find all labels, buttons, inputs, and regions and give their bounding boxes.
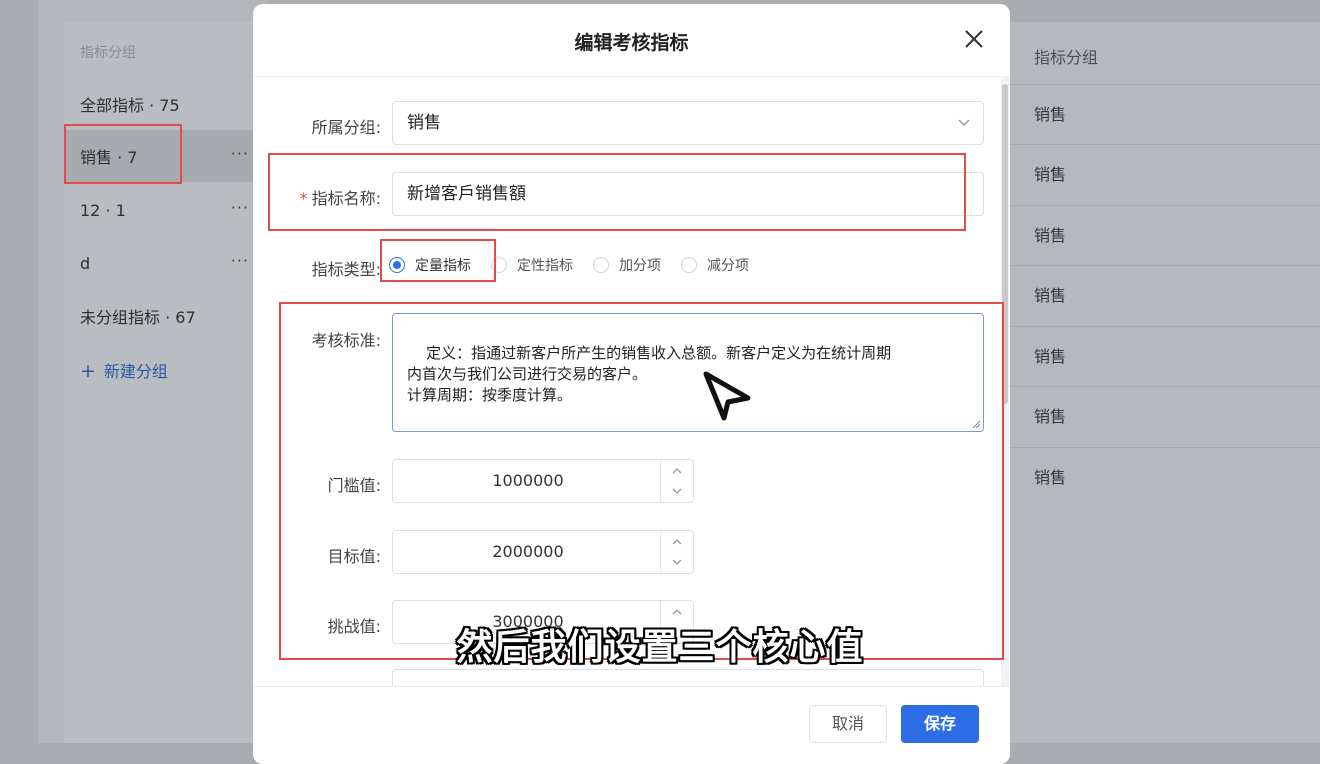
more-icon[interactable]: ··· bbox=[231, 198, 249, 217]
sidebar-item-label: d bbox=[80, 253, 91, 273]
radio-deduction[interactable]: 减分项 bbox=[681, 255, 749, 275]
dialog-title: 编辑考核指标 bbox=[574, 32, 689, 54]
group-label: 所属分组: bbox=[311, 118, 381, 137]
list-item: 销售 bbox=[1010, 447, 1320, 507]
new-group-label: 新建分组 bbox=[103, 362, 168, 381]
radio-icon bbox=[593, 257, 609, 273]
more-icon[interactable]: ··· bbox=[231, 144, 249, 163]
group-select[interactable]: 销售 bbox=[392, 101, 984, 145]
dialog-footer: 取消 保存 bbox=[253, 686, 1010, 764]
highlight-box-sales bbox=[64, 124, 182, 184]
plus-icon: + bbox=[80, 360, 96, 382]
radio-bonus[interactable]: 加分项 bbox=[593, 255, 661, 275]
highlight-box-type bbox=[380, 239, 496, 282]
list-item: 销售 bbox=[1010, 386, 1320, 446]
list-item: 销售 bbox=[1010, 84, 1320, 144]
chevron-down-icon bbox=[958, 119, 970, 127]
highlight-box-name bbox=[268, 153, 966, 231]
highlight-box-values bbox=[279, 302, 1004, 660]
cancel-button[interactable]: 取消 bbox=[809, 705, 887, 743]
sidebar-header: 指标分组 bbox=[80, 45, 136, 61]
sidebar-item-12[interactable]: 12 · 1 ··· bbox=[64, 184, 259, 236]
type-label: 指标类型: bbox=[311, 260, 381, 279]
list-item: 销售 bbox=[1010, 205, 1320, 265]
new-group-button[interactable]: + 新建分组 bbox=[80, 358, 168, 382]
radio-label: 加分项 bbox=[619, 258, 661, 274]
radio-qualitative[interactable]: 定性指标 bbox=[491, 255, 573, 275]
sidebar-item-label: 12 · 1 bbox=[80, 200, 126, 220]
close-icon[interactable] bbox=[961, 26, 987, 52]
radio-icon bbox=[681, 257, 697, 273]
group-select-value: 销售 bbox=[407, 113, 441, 133]
sidebar-item-ungrouped[interactable]: 未分组指标 · 67 bbox=[64, 290, 259, 342]
radio-label: 定性指标 bbox=[517, 258, 573, 274]
dialog-header: 编辑考核指标 bbox=[253, 4, 1010, 77]
list-header: 指标分组 bbox=[1034, 48, 1099, 67]
sidebar-item-label: 未分组指标 · 67 bbox=[80, 308, 196, 327]
video-caption: 然后我们设置三个核心值 bbox=[456, 627, 864, 668]
more-icon[interactable]: ··· bbox=[231, 251, 249, 270]
sidebar-item-label: 全部指标 · 75 bbox=[80, 96, 180, 115]
pointer-cursor-icon bbox=[703, 371, 751, 421]
sidebar-item-d[interactable]: d ··· bbox=[64, 237, 259, 289]
list-item: 销售 bbox=[1010, 265, 1320, 325]
list-item: 销售 bbox=[1010, 144, 1320, 204]
save-button[interactable]: 保存 bbox=[901, 705, 979, 743]
radio-label: 减分项 bbox=[707, 258, 749, 274]
list-item: 销售 bbox=[1010, 326, 1320, 386]
sidebar-item-all[interactable]: 全部指标 · 75 bbox=[64, 78, 259, 130]
